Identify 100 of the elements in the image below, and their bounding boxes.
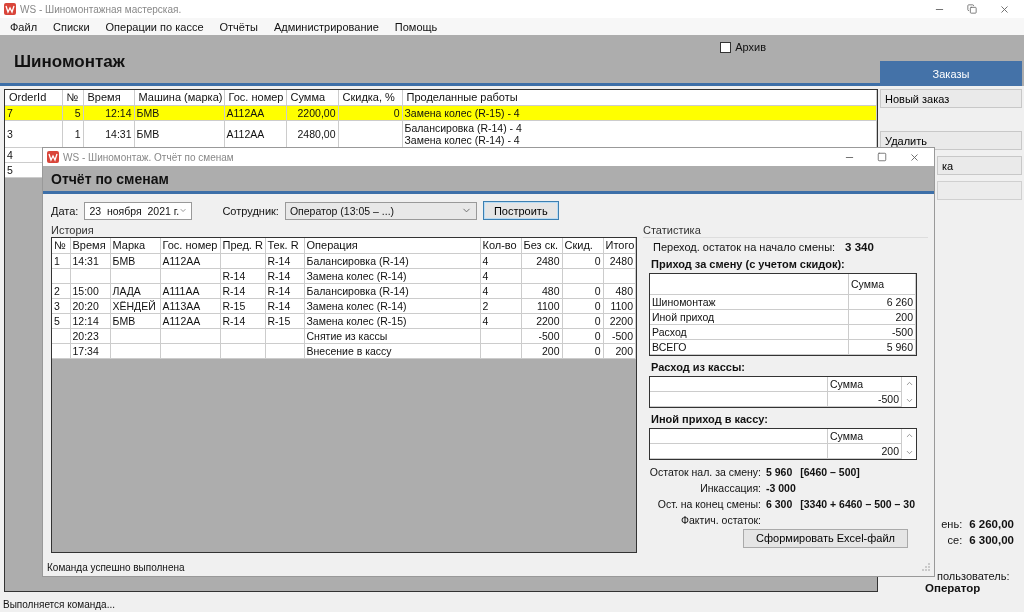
column-header[interactable]: Гос. номер: [160, 238, 220, 253]
table-cell: 0: [594, 314, 601, 327]
column-header[interactable]: Проделанные работы: [402, 90, 877, 105]
table-cell: А112АА: [226, 106, 265, 119]
table-cell: 20:23: [72, 329, 99, 342]
table-cell: 0: [594, 299, 601, 312]
column-header[interactable]: Тек. R: [265, 238, 304, 253]
column-header[interactable]: Время: [70, 238, 110, 253]
table-cell: 2: [54, 284, 60, 297]
column-header: Сумма: [848, 274, 916, 294]
column-header[interactable]: Время: [83, 90, 134, 105]
table-cell: ХЁНДЕЙ: [112, 299, 156, 312]
table-cell: БМВ: [112, 254, 136, 267]
status-text: Команда успешно выполнена: [47, 561, 185, 573]
column-header[interactable]: Скидка, %: [338, 90, 402, 105]
close-icon[interactable]: [999, 3, 1010, 15]
summary-value: 6 300,00: [969, 534, 1014, 546]
table-cell: R-14: [267, 284, 291, 297]
column-header[interactable]: OrderId: [5, 90, 62, 105]
total-label: Фактич. остаток:: [680, 513, 761, 526]
table-cell: 5: [7, 163, 13, 176]
user-label: пользователь:: [937, 570, 1010, 582]
table-cell: 480: [615, 284, 633, 297]
table-cell: 12:14: [105, 106, 132, 119]
table-cell: 200: [895, 310, 913, 323]
side-button[interactable]: Новый заказ: [880, 89, 1022, 108]
column-header[interactable]: Без ск.: [521, 238, 562, 253]
table-cell: Замена колес (R-15) - 4: [404, 106, 520, 119]
table-cell: 2200,00: [297, 106, 336, 119]
table-cell: R-14: [267, 299, 291, 312]
column-header[interactable]: Кол-во: [480, 238, 521, 253]
excel-button[interactable]: Сформировать Excel-файл: [743, 528, 908, 548]
column-header[interactable]: Скид.: [562, 238, 603, 253]
table-cell: ВСЕГО: [652, 340, 687, 353]
table-cell: 200: [541, 344, 560, 357]
total-label: Ост. на конец смены:: [656, 497, 761, 510]
table-cell: 17:34: [72, 344, 99, 357]
employee-dropdown[interactable]: Оператор (13:05 – ...): [284, 201, 477, 220]
table-cell: R-15: [267, 314, 291, 327]
table-cell: А113АА: [162, 299, 201, 312]
table-cell: А111АА: [162, 284, 200, 297]
restore-icon[interactable]: [967, 3, 977, 14]
menu-item[interactable]: Файл: [10, 20, 38, 33]
table-cell: 3: [54, 299, 60, 312]
side-button[interactable]: ка: [937, 156, 1022, 175]
maximize-icon[interactable]: [877, 151, 887, 162]
menu-item[interactable]: Операции по кассе: [105, 20, 204, 33]
table-cell: 2480,00: [297, 127, 336, 140]
table-cell: 2480: [536, 254, 560, 267]
column-header: Сумма: [827, 376, 902, 391]
column-header[interactable]: Итого: [603, 238, 636, 253]
menu-item[interactable]: Администрирование: [273, 20, 379, 33]
column-header[interactable]: №: [52, 238, 70, 253]
group-label: История: [51, 224, 95, 236]
table-cell: БМВ: [112, 314, 136, 327]
table-cell: R-14: [222, 314, 246, 327]
table-cell: R-15: [222, 299, 246, 312]
order-row[interactable]: 3 1 14:31 БМВ А112АА 2480,00 Балансировка (R-14) - 4 Замена колес (R-14) - 4: [5, 120, 877, 147]
table-cell: 4: [482, 314, 489, 327]
close-icon[interactable]: [909, 151, 920, 163]
summary-label: ень:: [941, 518, 963, 530]
resize-grip-icon[interactable]: [922, 563, 930, 571]
column-header[interactable]: Пред. R: [220, 238, 265, 253]
table-cell: 5: [74, 106, 81, 119]
build-button[interactable]: Построить: [482, 201, 559, 220]
side-button[interactable]: Удалить: [880, 131, 1022, 150]
table-cell: 2: [482, 299, 489, 312]
orders-tab[interactable]: Заказы: [880, 61, 1022, 86]
blank-button[interactable]: [937, 181, 1022, 200]
section-heading: Расход из кассы:: [650, 360, 746, 373]
column-header[interactable]: Сумма: [286, 90, 338, 105]
dialog-heading: Отчёт по сменам: [51, 170, 169, 187]
table-cell: 2200: [536, 314, 560, 327]
table-cell: 14:31: [72, 254, 99, 267]
menu-item[interactable]: Списки: [53, 20, 90, 33]
table-cell: 0: [594, 344, 601, 357]
table-cell: Балансировка (R-14): [306, 284, 409, 297]
table-cell: БМВ: [136, 106, 160, 119]
table-cell: 5: [54, 314, 60, 327]
total-value: -3 000: [766, 481, 796, 494]
date-label: Дата:: [51, 204, 79, 217]
column-header[interactable]: Машина (марка): [134, 90, 224, 105]
table-cell: 20:20: [72, 299, 99, 312]
column-header[interactable]: №: [62, 90, 83, 105]
stat-value: 3 340: [845, 241, 874, 253]
menu-item[interactable]: Помощь: [394, 20, 438, 33]
table-cell: 1100: [610, 299, 633, 312]
table-cell: Шиномонтаж: [652, 295, 716, 308]
table-cell: 1: [74, 127, 81, 140]
column-header[interactable]: Марка: [110, 238, 160, 253]
summary-value: 6 260,00: [969, 518, 1014, 530]
archive-checkbox[interactable]: [720, 41, 732, 53]
total-value: 6 300: [766, 497, 793, 510]
table-cell: 7: [7, 106, 13, 119]
column-header[interactable]: Операция: [304, 238, 480, 253]
column-header[interactable]: Гос. номер: [224, 90, 286, 105]
menu-item[interactable]: Отчёты: [219, 20, 258, 33]
date-picker[interactable]: 23 ноября 2021 г.: [84, 201, 193, 220]
total-formula: [6460 – 500]: [800, 465, 860, 478]
table-cell: БМВ: [136, 127, 160, 140]
